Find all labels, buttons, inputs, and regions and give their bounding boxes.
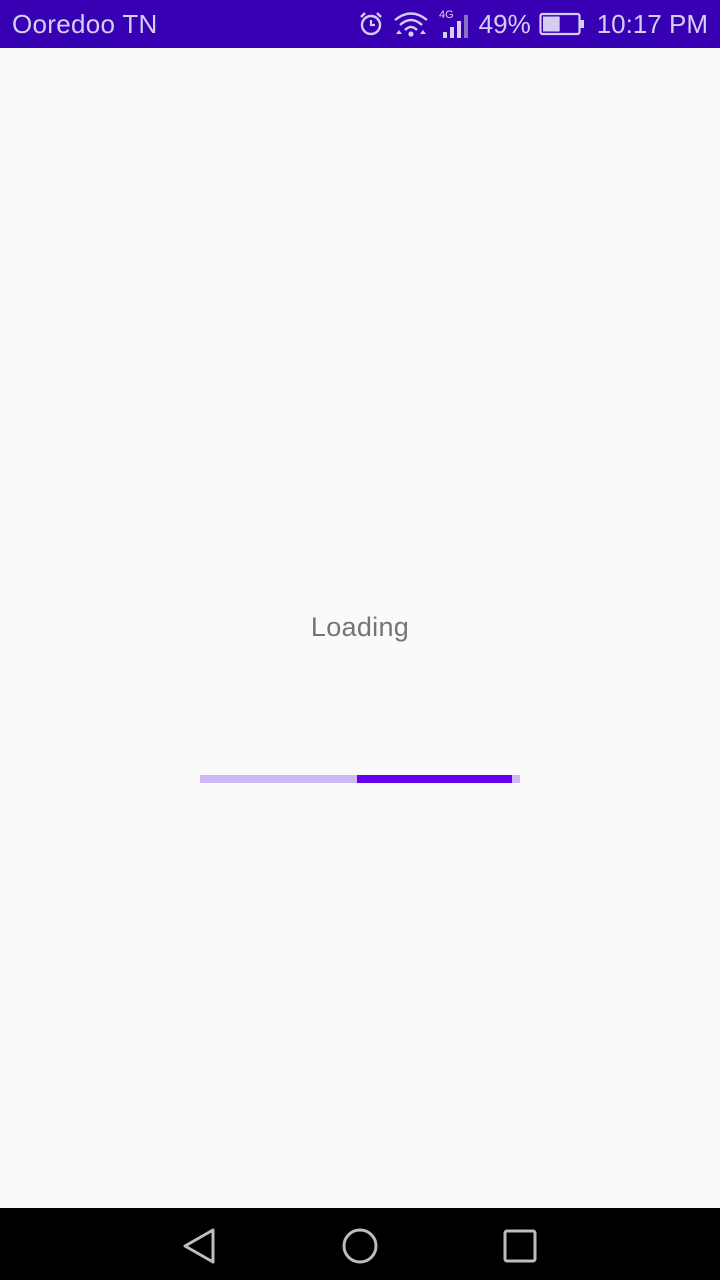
alarm-icon bbox=[357, 10, 385, 38]
battery-percent: 49% bbox=[478, 8, 531, 39]
home-circle-icon bbox=[342, 1228, 378, 1264]
battery-icon bbox=[539, 11, 585, 37]
progress-indicator bbox=[357, 775, 512, 783]
progress-bar bbox=[200, 775, 520, 783]
navigation-bar bbox=[0, 1208, 720, 1280]
clock: 10:17 PM bbox=[596, 8, 708, 39]
network-type-label: 4G bbox=[439, 9, 454, 21]
recents-button[interactable] bbox=[500, 1226, 540, 1266]
loading-label: Loading bbox=[310, 612, 410, 642]
home-button[interactable] bbox=[340, 1226, 380, 1266]
main-content: Loading bbox=[0, 48, 720, 1208]
recents-square-icon bbox=[503, 1229, 537, 1263]
status-icons: 4G 49% 10:17 PM bbox=[357, 8, 708, 40]
cellular-signal-icon: 4G bbox=[437, 8, 471, 40]
carrier-name: Ooredoo TN bbox=[12, 8, 158, 39]
status-bar: Ooredoo TN 4G 49% 10:17 PM bbox=[0, 0, 720, 48]
back-triangle-icon bbox=[183, 1228, 215, 1264]
back-button[interactable] bbox=[180, 1226, 220, 1266]
wifi-icon bbox=[393, 10, 429, 38]
